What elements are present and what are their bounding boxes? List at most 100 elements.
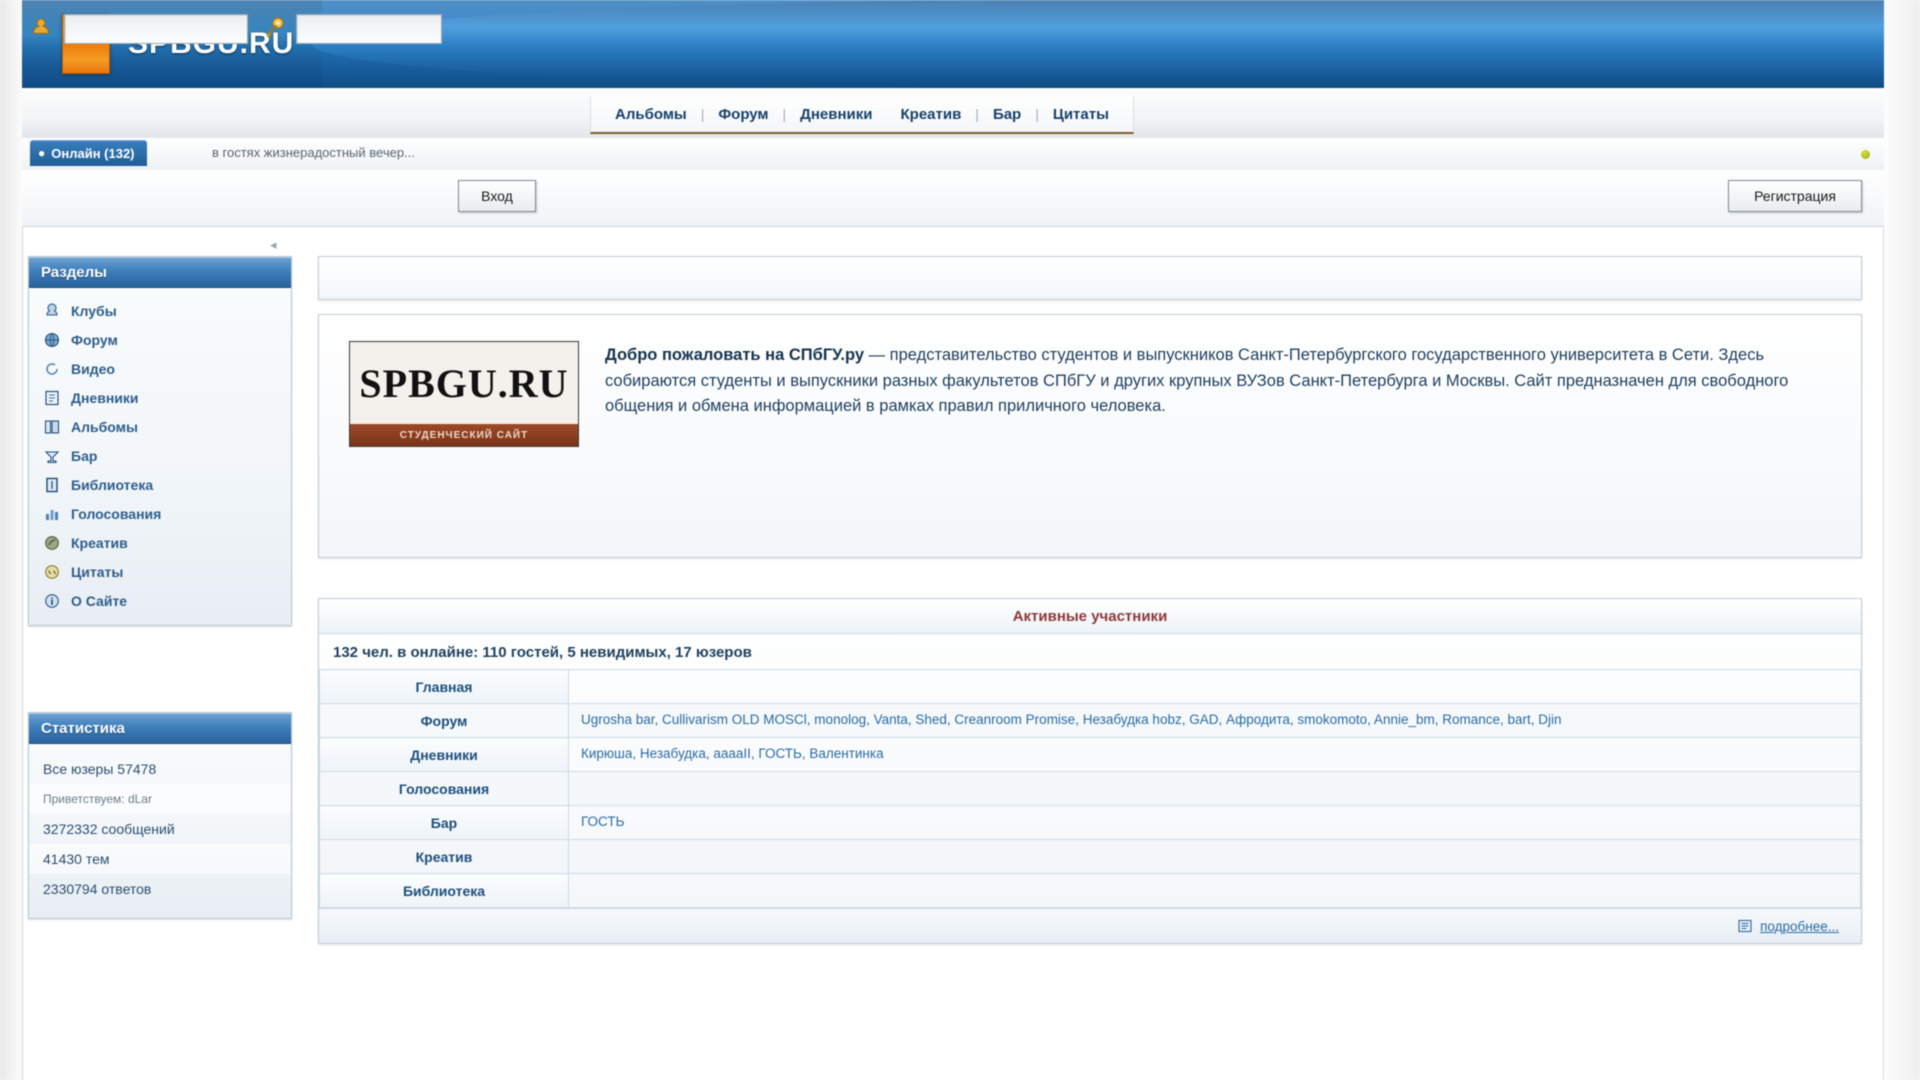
stat-messages: 3272332 сообщений xyxy=(43,821,175,837)
row-users-main xyxy=(568,669,1861,704)
online-users-tab[interactable]: ● Онлайн (132) xyxy=(30,140,147,166)
breadcrumb-bar: ● Онлайн (132) в гостях жизнерадостный в… xyxy=(22,138,1884,171)
stat-topics: 41430 тем xyxy=(29,844,291,874)
sections-panel: Разделы Клубы Форум Видео Дневники Альбо… xyxy=(28,256,292,626)
table-row: Голосования xyxy=(319,771,1861,806)
nav-item-creative[interactable]: Креатив xyxy=(887,100,976,129)
spbgu-logo-card: SPBGU.RU СТУДЕНЧЕСКИЙ САЙТ xyxy=(349,341,579,447)
page-gutter-right xyxy=(1883,0,1920,1080)
sidebar-item-label: Видео xyxy=(71,360,115,377)
statistics-panel-title: Статистика xyxy=(29,713,291,744)
poll-icon xyxy=(46,509,58,520)
bar-icon xyxy=(44,450,60,463)
nav-item-albums[interactable]: Альбомы xyxy=(601,100,701,129)
table-row: Бар ГОСТЬ xyxy=(319,805,1861,840)
sidebar-item-albums[interactable]: Альбомы xyxy=(29,412,291,441)
row-users-bar: ГОСТЬ xyxy=(568,805,1861,840)
sidebar-item-diaries[interactable]: Дневники xyxy=(29,383,291,412)
club-icon xyxy=(46,302,58,316)
key-icon xyxy=(266,17,284,38)
row-label-polls[interactable]: Голосования xyxy=(319,771,569,806)
library-icon xyxy=(46,477,58,492)
row-label-diaries[interactable]: Дневники xyxy=(319,737,569,772)
table-row: Форум Ugrosha bar, Cullivarism OLD MOSCl… xyxy=(319,703,1861,738)
sidebar-item-label: Бар xyxy=(71,447,98,464)
sections-list: Клубы Форум Видео Дневники Альбомы Бар Б… xyxy=(29,288,291,625)
row-users-polls xyxy=(568,771,1861,806)
welcome-lead: Добро пожаловать на СПбГУ.ру xyxy=(605,346,864,364)
content-top-strip xyxy=(318,256,1862,300)
sidebar-item-library[interactable]: Библиотека xyxy=(29,470,291,499)
enter-button[interactable]: Вход xyxy=(458,180,536,212)
sidebar-item-label: Цитаты xyxy=(71,563,124,580)
row-users-diaries: Кирюша, Незабудка, aaaaII, ГОСТЬ, Валент… xyxy=(568,737,1861,772)
table-row: Главная xyxy=(319,669,1861,704)
table-row: Дневники Кирюша, Незабудка, aaaaII, ГОСТ… xyxy=(319,737,1861,772)
diary-icon xyxy=(45,390,59,405)
login-input[interactable] xyxy=(64,14,248,44)
logo-card-subtext: СТУДЕНЧЕСКИЙ САЙТ xyxy=(350,424,578,446)
users-icon: ● xyxy=(38,146,46,160)
nav-item-bar[interactable]: Бар xyxy=(979,100,1035,129)
sidebar-item-label: Клубы xyxy=(71,302,117,319)
statistics-list: Все юзеры 57478 Приветствуем: dLar 32723… xyxy=(29,744,291,918)
nav-item-forum[interactable]: Форум xyxy=(704,100,782,129)
details-link[interactable]: подробнее... xyxy=(1760,919,1839,934)
video-icon xyxy=(46,362,58,375)
stat-total-users: Все юзеры 57478 xyxy=(43,761,157,777)
nav-item-diaries[interactable]: Дневники xyxy=(786,100,886,129)
breadcrumb-status-text: в гостях жизнерадостный вечер... xyxy=(212,145,415,160)
status-indicator-icon xyxy=(1861,150,1870,159)
register-button[interactable]: Регистрация xyxy=(1728,180,1862,212)
stat-newest-user: Приветствуем: dLar xyxy=(29,784,291,814)
logo-card-text: SPBGU.RU xyxy=(359,360,569,406)
active-users-box: Активные участники 132 чел. в онлайне: 1… xyxy=(318,598,1862,944)
row-users-library xyxy=(568,873,1861,908)
sidebar-item-forum[interactable]: Форум xyxy=(29,325,291,354)
creative-icon xyxy=(45,535,59,550)
active-users-footer: подробнее... xyxy=(319,908,1861,943)
welcome-box: SPBGU.RU СТУДЕНЧЕСКИЙ САЙТ Добро пожалов… xyxy=(318,314,1862,558)
statistics-panel: Статистика Все юзеры 57478 Приветствуем:… xyxy=(28,712,292,919)
sections-panel-title: Разделы xyxy=(29,257,291,288)
sidebar-item-label: Библиотека xyxy=(71,476,154,493)
sidebar-item-label: Креатив xyxy=(71,534,128,551)
sidebar-item-label: Голосования xyxy=(71,505,162,522)
expand-caret-icon[interactable]: ◂ xyxy=(270,237,277,253)
main-content: SPBGU.RU СТУДЕНЧЕСКИЙ САЙТ Добро пожалов… xyxy=(318,256,1862,944)
online-users-tab-label: Онлайн (132) xyxy=(51,145,135,161)
main-nav: Альбомы | Форум | Дневники Креатив | Бар… xyxy=(590,96,1134,134)
sidebar-item-bar[interactable]: Бар xyxy=(29,441,291,470)
page-gutter-left xyxy=(0,0,23,1080)
sidebar-item-about[interactable]: О Сайте xyxy=(29,586,291,615)
forum-icon xyxy=(44,332,60,347)
sidebar-item-label: Дневники xyxy=(71,389,139,406)
about-icon xyxy=(45,593,59,608)
active-users-table: Главная Форум Ugrosha bar, Cullivarism O… xyxy=(319,669,1861,908)
row-users-creative xyxy=(568,839,1861,874)
stat-replies: 2330794 ответов xyxy=(43,881,152,897)
page-root: SPBGU.RU Альбомы | Форум | Дневники Креа… xyxy=(0,0,1920,1080)
row-label-main[interactable]: Главная xyxy=(319,669,569,704)
row-label-creative[interactable]: Креатив xyxy=(319,839,569,874)
sidebar-item-creative[interactable]: Креатив xyxy=(29,528,291,557)
row-label-forum[interactable]: Форум xyxy=(319,703,569,738)
sidebar-item-polls[interactable]: Голосования xyxy=(29,499,291,528)
user-icon xyxy=(32,18,50,34)
sidebar-item-label: О Сайте xyxy=(71,592,128,609)
password-input[interactable] xyxy=(296,14,442,44)
album-icon xyxy=(44,419,60,434)
sidebar-item-quotes[interactable]: Цитаты xyxy=(29,557,291,586)
active-users-header: Активные участники xyxy=(319,599,1861,634)
nav-item-quotes[interactable]: Цитаты xyxy=(1039,100,1123,129)
table-row: Библиотека xyxy=(319,873,1861,908)
quote-icon xyxy=(45,564,59,579)
sidebar-item-clubs[interactable]: Клубы xyxy=(29,296,291,325)
sidebar-item-label: Альбомы xyxy=(71,418,138,435)
online-count-line: 132 чел. в онлайне: 110 гостей, 5 невиди… xyxy=(333,644,752,661)
sidebar-item-video[interactable]: Видео xyxy=(29,354,291,383)
row-label-bar[interactable]: Бар xyxy=(319,805,569,840)
login-bar xyxy=(22,170,1884,227)
list-icon xyxy=(1738,919,1752,933)
row-label-library[interactable]: Библиотека xyxy=(319,873,569,908)
